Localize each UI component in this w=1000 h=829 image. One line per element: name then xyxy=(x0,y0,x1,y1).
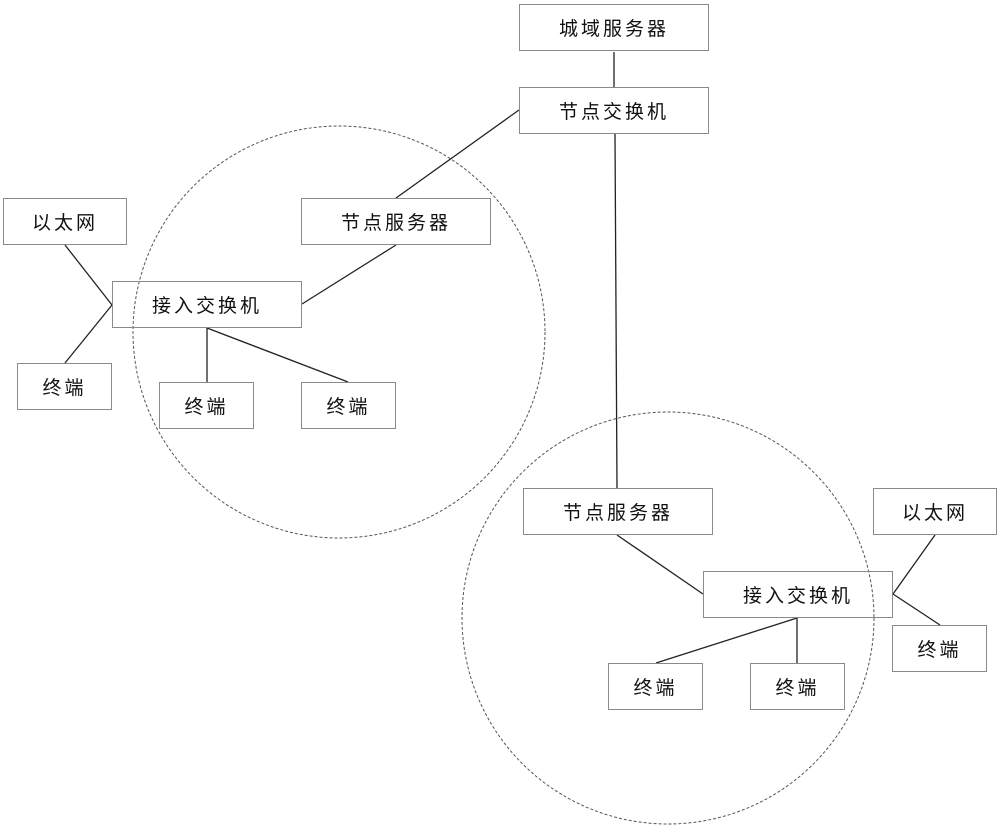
right-node-server-box: 节点服务器 xyxy=(523,488,713,535)
right-terminal-1-box: 终端 xyxy=(608,663,703,710)
left-domain-boundary xyxy=(132,125,546,539)
right-access-switch-box: 接入交换机 xyxy=(703,571,893,618)
node-switch-box: 节点交换机 xyxy=(519,87,709,134)
left-ethernet-box: 以太网 xyxy=(3,198,127,245)
connection-layer xyxy=(64,52,941,825)
left-terminal-1-box: 终端 xyxy=(159,382,254,429)
right-terminal-outer-box: 终端 xyxy=(892,625,987,672)
left-node-server-box: 节点服务器 xyxy=(301,198,491,245)
left-terminal-outer-box: 终端 xyxy=(17,363,112,410)
right-terminal-2-box: 终端 xyxy=(750,663,845,710)
edge-left-access-switch-terminal-2 xyxy=(206,327,349,383)
left-access-switch-box: 接入交换机 xyxy=(112,281,302,328)
edge-right-terminal-outer-access-switch xyxy=(892,593,941,626)
right-domain-boundary xyxy=(461,411,875,825)
right-ethernet-box: 以太网 xyxy=(873,488,997,535)
edge-right-access-switch-terminal-1 xyxy=(655,617,798,664)
edge-node-switch-right-node-server xyxy=(614,133,618,489)
edge-node-switch-left-node-server xyxy=(395,109,520,199)
edge-left-node-server-access-switch xyxy=(301,244,397,305)
edge-right-node-server-access-switch xyxy=(616,534,704,595)
edge-right-ethernet-access-switch xyxy=(892,534,936,595)
left-terminal-2-box: 终端 xyxy=(301,382,396,429)
city-server-box: 城域服务器 xyxy=(519,4,709,51)
edge-left-ethernet-access-switch xyxy=(64,244,113,306)
edge-left-terminal-outer-access-switch xyxy=(64,304,113,364)
